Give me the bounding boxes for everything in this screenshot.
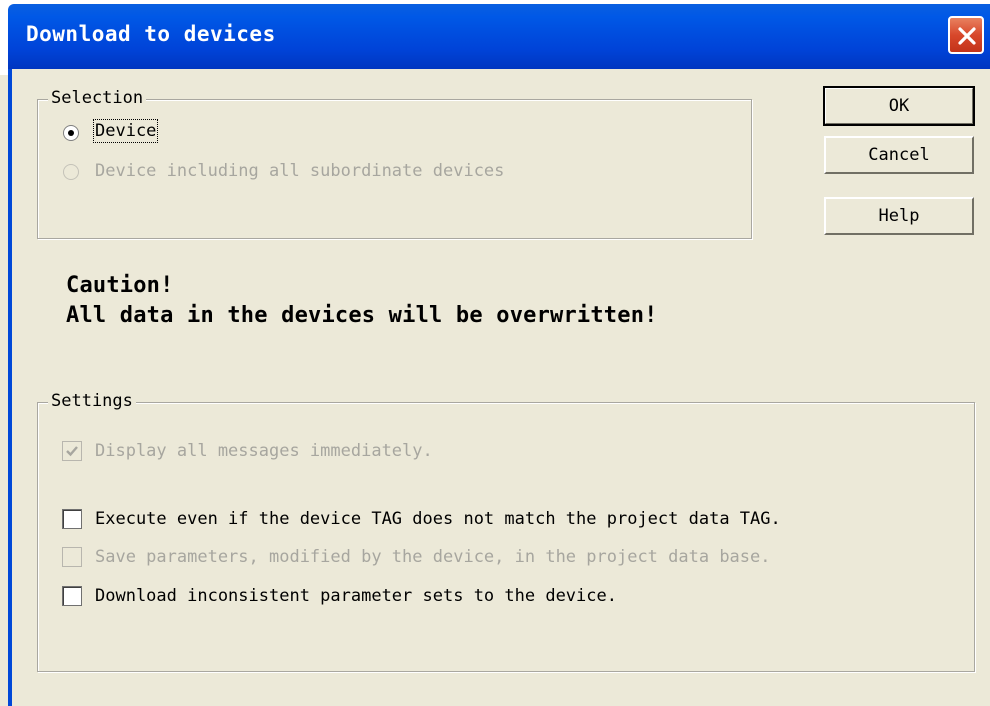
checkmark-icon: [66, 446, 78, 457]
caution-message: All data in the devices will be overwrit…: [66, 303, 658, 328]
radio-device-including-subordinates[interactable]: [63, 164, 79, 180]
radio-device-including-subordinates-label[interactable]: Device including all subordinate devices: [95, 161, 504, 181]
help-button[interactable]: Help: [824, 197, 974, 235]
checkbox-display-messages-label[interactable]: Display all messages immediately.: [95, 441, 433, 461]
radio-device-label[interactable]: Device: [92, 119, 159, 143]
close-icon: [958, 27, 976, 45]
checkbox-save-parameters[interactable]: [62, 547, 82, 567]
settings-legend: Settings: [48, 391, 136, 411]
selection-legend: Selection: [48, 88, 147, 108]
radio-device[interactable]: [63, 125, 79, 141]
checkbox-download-inconsistent-label[interactable]: Download inconsistent parameter sets to …: [95, 586, 617, 606]
radio-selected-dot: [68, 130, 74, 136]
close-button[interactable]: [948, 16, 984, 54]
window-title: Download to devices: [26, 22, 276, 46]
ok-button[interactable]: OK: [823, 86, 975, 126]
checkbox-execute-tag-mismatch-label[interactable]: Execute even if the device TAG does not …: [95, 509, 781, 529]
title-bar[interactable]: Download to devices: [0, 0, 990, 75]
checkbox-display-messages[interactable]: [62, 441, 82, 461]
checkbox-save-parameters-label[interactable]: Save parameters, modified by the device,…: [95, 547, 771, 567]
caution-heading: Caution!: [66, 273, 174, 298]
checkbox-download-inconsistent[interactable]: [62, 586, 82, 606]
cancel-button[interactable]: Cancel: [824, 136, 974, 174]
checkbox-execute-tag-mismatch[interactable]: [62, 509, 82, 529]
dialog-window: Download to devices Selection Device Dev…: [0, 0, 990, 706]
